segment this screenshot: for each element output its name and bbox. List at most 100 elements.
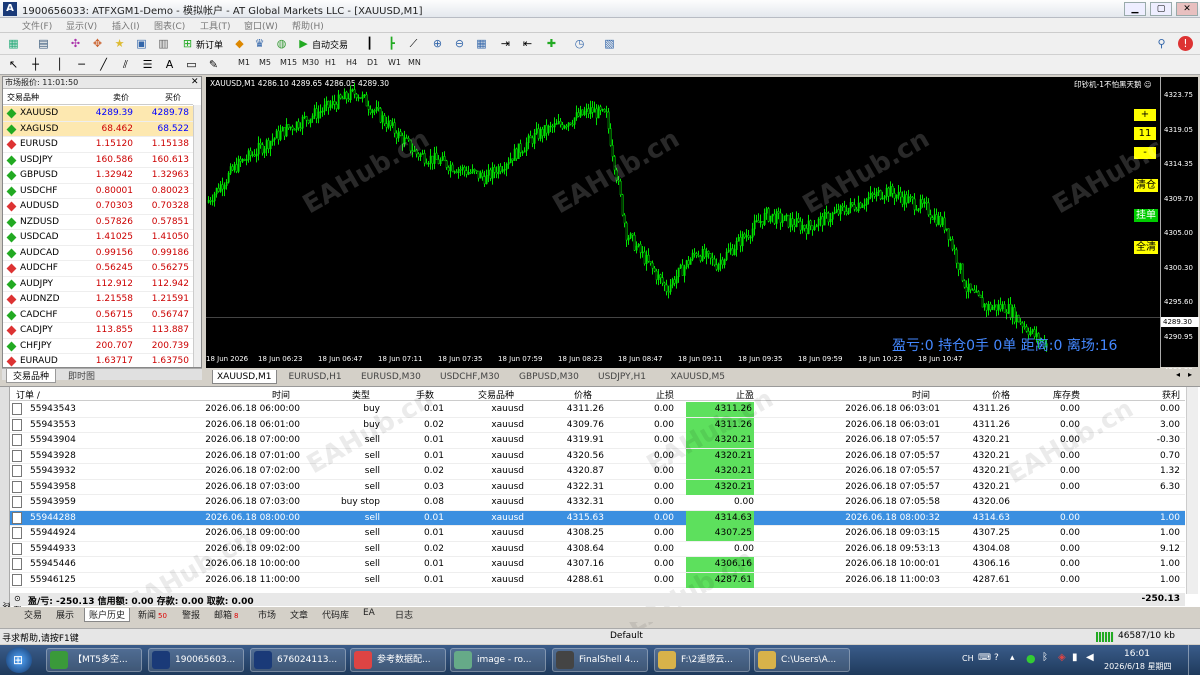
- terminal-tab[interactable]: 交易: [20, 608, 46, 621]
- table-row[interactable]: 55943928 2026.06.18 07:01:00 sell 0.01 xauus…: [10, 448, 1185, 464]
- profiles-icon[interactable]: ▤: [36, 36, 51, 51]
- menu-view[interactable]: 显示(V): [66, 19, 97, 32]
- timeframe-d1[interactable]: D1: [367, 58, 378, 67]
- col-open-price[interactable]: 价格: [552, 388, 592, 401]
- terminal-tab[interactable]: EA: [359, 608, 379, 618]
- keyboard-icon[interactable]: ⌨: [978, 653, 991, 663]
- market-watch-row[interactable]: XAUUSD 4289.39 4289.78: [3, 106, 193, 122]
- lot-minus-button[interactable]: -: [1134, 147, 1156, 159]
- table-row[interactable]: 55943932 2026.06.18 07:02:00 sell 0.02 xauus…: [10, 464, 1185, 480]
- timeframe-m5[interactable]: M5: [259, 58, 271, 67]
- crosshair-icon[interactable]: ┼: [28, 57, 43, 72]
- market-watch-row[interactable]: NZDUSD 0.57826 0.57851: [3, 215, 193, 230]
- col-ask[interactable]: 买价: [165, 92, 181, 103]
- terminal-tab[interactable]: 日志: [391, 608, 417, 621]
- chart-tab[interactable]: EURUSD,M30: [357, 370, 425, 384]
- zoom-out-icon[interactable]: ⊖: [452, 36, 467, 51]
- market-watch-row[interactable]: CADJPY 113.855 113.887: [3, 323, 193, 339]
- market-watch-row[interactable]: AUDUSD 0.70303 0.70328: [3, 199, 193, 215]
- taskbar-item[interactable]: 参考数据配...: [350, 648, 446, 672]
- lot-size-field[interactable]: 11: [1134, 127, 1156, 140]
- lot-plus-button[interactable]: +: [1134, 109, 1156, 121]
- search-icon[interactable]: ⚲: [1154, 36, 1169, 51]
- taskbar-item[interactable]: 【MT5多空...: [46, 648, 142, 672]
- wechat-icon[interactable]: ●: [1026, 652, 1036, 665]
- chart-tab[interactable]: XAUUSD,M1: [212, 370, 277, 384]
- table-row[interactable]: 55943959 2026.06.18 07:03:00 buy stop 0.08 x…: [10, 495, 1185, 511]
- shapes-icon[interactable]: ✎: [206, 57, 221, 72]
- label-tool-icon[interactable]: ▭: [184, 57, 199, 72]
- tabs-right-icon[interactable]: ▸: [1188, 370, 1192, 379]
- terminal-icon[interactable]: ▣: [134, 36, 149, 51]
- new-order-icon[interactable]: ⊞: [180, 36, 195, 51]
- col-close-price[interactable]: 价格: [970, 388, 1010, 401]
- close-positions-button[interactable]: 清仓: [1134, 179, 1158, 192]
- trendline-icon[interactable]: ╱: [96, 57, 111, 72]
- market-watch-row[interactable]: CHFJPY 200.707 200.739: [3, 339, 193, 354]
- market-watch-row[interactable]: AUDCAD 0.99156 0.99186: [3, 246, 193, 261]
- table-row[interactable]: 55945446 2026.06.18 10:00:00 sell 0.01 xauus…: [10, 557, 1185, 573]
- table-row[interactable]: 55943543 2026.06.18 06:00:00 buy 0.01 xauusd…: [10, 402, 1185, 418]
- tray-expand-icon[interactable]: ▴: [1010, 653, 1015, 663]
- menu-window[interactable]: 窗口(W): [244, 19, 278, 32]
- menu-help[interactable]: 帮助(H): [292, 19, 324, 32]
- terminal-tab[interactable]: 代码库: [318, 608, 353, 621]
- col-swap[interactable]: 库存费: [1040, 388, 1080, 401]
- terminal-tab[interactable]: 新闻 50: [134, 608, 171, 621]
- timeframe-h4[interactable]: H4: [346, 58, 357, 67]
- maximize-button[interactable]: ▢: [1150, 2, 1172, 16]
- close-icon[interactable]: ✕: [191, 77, 199, 87]
- scrollbar[interactable]: [193, 105, 201, 367]
- col-symbol[interactable]: 交易品种: [454, 388, 514, 401]
- chart-tab[interactable]: XAUUSD,M5: [667, 370, 730, 384]
- chart-tab[interactable]: USDCHF,M30: [436, 370, 504, 384]
- taskbar-item[interactable]: image - ro...: [450, 648, 546, 672]
- channel-icon[interactable]: ⫽: [118, 57, 133, 72]
- table-row[interactable]: 55943904 2026.06.18 07:00:00 sell 0.01 xauus…: [10, 433, 1185, 449]
- price-chart[interactable]: XAUUSD,M1 4286.10 4289.65 4286.05 4289.3…: [206, 77, 1185, 367]
- col-bid[interactable]: 卖价: [113, 92, 129, 103]
- clock-date[interactable]: 2026/6/18 星期四: [1104, 661, 1172, 672]
- market-watch-icon[interactable]: ✣: [68, 36, 83, 51]
- table-row[interactable]: 55946125 2026.06.18 11:00:00 sell 0.01 xauus…: [10, 572, 1185, 588]
- network-icon[interactable]: ▮: [1072, 652, 1078, 663]
- pending-order-button[interactable]: 挂单: [1134, 209, 1158, 222]
- chart-shift-icon[interactable]: ⇤: [520, 36, 535, 51]
- col-close-time[interactable]: 时间: [890, 388, 930, 401]
- notification-icon[interactable]: !: [1178, 36, 1193, 51]
- new-chart-icon[interactable]: ▦: [6, 36, 21, 51]
- tabs-left-icon[interactable]: ◂: [1176, 370, 1180, 379]
- timeframe-m15[interactable]: M15: [280, 58, 297, 67]
- tile-windows-icon[interactable]: ▦: [474, 36, 489, 51]
- clear-all-button[interactable]: 全清: [1134, 241, 1158, 254]
- start-button[interactable]: ⊞: [6, 647, 32, 673]
- new-order-button[interactable]: 新订单: [196, 38, 223, 51]
- terminal-tab[interactable]: 文章: [286, 608, 312, 621]
- chart-tab[interactable]: GBPUSD,M30: [515, 370, 583, 384]
- table-row[interactable]: 55943553 2026.06.18 06:01:00 buy 0.02 xauusd…: [10, 417, 1185, 433]
- taskbar-item[interactable]: 190065603...: [148, 648, 244, 672]
- editor-icon[interactable]: ◆: [232, 36, 247, 51]
- market-icon[interactable]: ◍: [274, 36, 289, 51]
- terminal-tab[interactable]: 展示: [52, 608, 78, 621]
- bar-chart-icon[interactable]: ┃: [362, 36, 377, 51]
- menu-insert[interactable]: 插入(I): [112, 19, 140, 32]
- col-open-time[interactable]: 时间: [250, 388, 290, 401]
- security-icon[interactable]: ◈: [1058, 652, 1066, 663]
- candle-chart-icon[interactable]: ┣: [384, 36, 399, 51]
- timeframe-w1[interactable]: W1: [388, 58, 401, 67]
- market-watch-row[interactable]: USDJPY 160.586 160.613: [3, 153, 193, 168]
- terminal-tab[interactable]: 警报: [178, 608, 204, 621]
- fibonacci-icon[interactable]: ☰: [140, 57, 155, 72]
- timeframe-m30[interactable]: M30: [302, 58, 319, 67]
- text-tool-icon[interactable]: A: [162, 57, 177, 72]
- bluetooth-icon[interactable]: ᛒ: [1042, 652, 1048, 663]
- cursor-icon[interactable]: ↖: [6, 57, 21, 72]
- menu-chart[interactable]: 图表(C): [154, 19, 185, 32]
- auto-trading-icon[interactable]: ▶: [296, 36, 311, 51]
- col-tp[interactable]: 止盈: [714, 388, 754, 401]
- table-row[interactable]: 55944933 2026.06.18 09:02:00 sell 0.02 xauus…: [10, 542, 1185, 557]
- favorites-icon[interactable]: ★: [112, 36, 127, 51]
- tester-icon[interactable]: ▥: [156, 36, 171, 51]
- input-language[interactable]: CH: [962, 654, 974, 663]
